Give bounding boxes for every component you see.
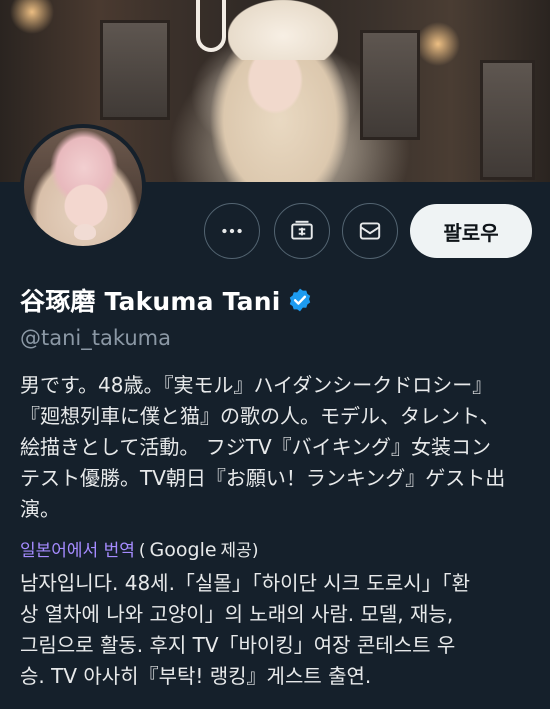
subscribe-icon bbox=[291, 220, 313, 240]
follow-button[interactable]: 팔로우 bbox=[410, 204, 532, 258]
translation-attribution: 일본어에서 번역( Google 제공) bbox=[20, 536, 258, 561]
translate-open-paren: ( bbox=[138, 541, 146, 561]
message-button[interactable] bbox=[342, 203, 398, 259]
banner-window bbox=[360, 30, 420, 140]
subscribe-button[interactable] bbox=[274, 203, 330, 259]
banner-bonnet bbox=[228, 0, 338, 60]
banner-umbrella-handle bbox=[196, 0, 226, 52]
translated-bio: 남자입니다. 48세.「실몰」「하이단 시크 도로시」「환 상 열차에 나와 고… bbox=[20, 571, 471, 688]
profile-bio: 男です。48歳。『実モル』ハイダンシークドロシー』 『廻想列車に僕と猫』の歌の人… bbox=[20, 373, 506, 521]
banner-window bbox=[480, 60, 535, 180]
more-horizontal-icon bbox=[222, 228, 242, 234]
more-button[interactable] bbox=[204, 203, 260, 259]
display-name: 谷琢磨 Takuma Tani bbox=[20, 287, 281, 316]
translate-link[interactable]: 일본어에서 번역 bbox=[20, 536, 135, 561]
banner-window bbox=[100, 20, 170, 120]
avatar[interactable] bbox=[20, 124, 146, 250]
verified-badge-icon[interactable] bbox=[287, 287, 313, 313]
avatar-heart-hands bbox=[74, 224, 96, 240]
envelope-icon bbox=[359, 222, 381, 240]
profile-handle: @tani_takuma bbox=[20, 326, 171, 350]
translate-provided-by: 제공) bbox=[220, 541, 259, 561]
profile-name-row: 谷琢磨 Takuma Tani bbox=[20, 282, 313, 318]
google-provider: Google bbox=[149, 539, 217, 561]
